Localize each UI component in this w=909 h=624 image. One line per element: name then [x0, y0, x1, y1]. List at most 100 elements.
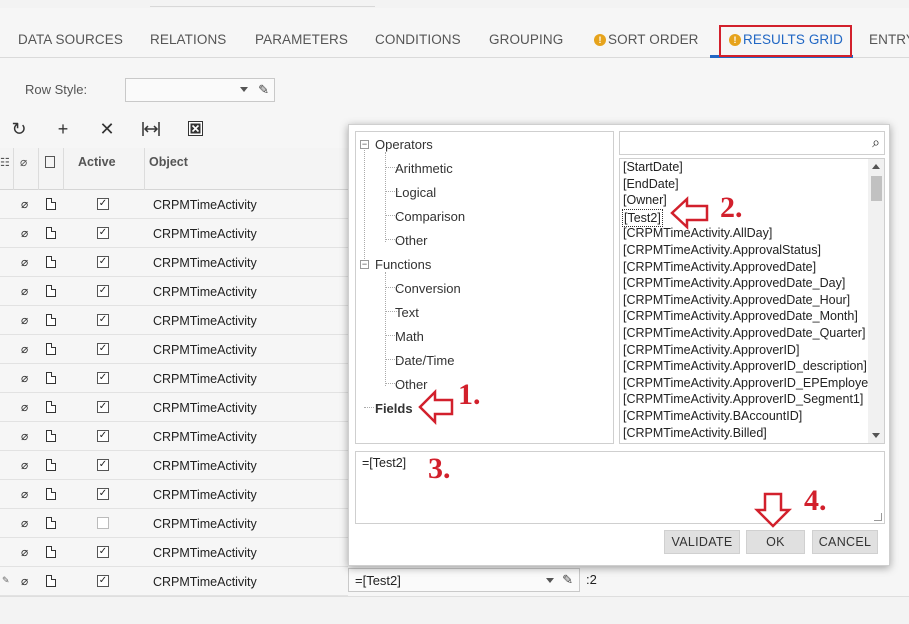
object-cell[interactable]: CRPMTimeActivity — [153, 198, 257, 212]
attachment-icon[interactable]: ⌀ — [21, 284, 28, 298]
attachment-icon[interactable]: ⌀ — [21, 400, 28, 414]
tab-sort-order[interactable]: ! SORT ORDER — [594, 32, 699, 47]
document-icon[interactable] — [46, 575, 56, 587]
validate-button[interactable]: VALIDATE — [664, 530, 740, 554]
active-checkbox[interactable] — [97, 517, 109, 529]
object-cell[interactable]: CRPMTimeActivity — [153, 227, 257, 241]
attachment-icon[interactable]: ⌀ — [21, 313, 28, 327]
field-list-item[interactable]: [EndDate] — [623, 176, 679, 192]
tree-node-logical[interactable]: Logical — [395, 185, 436, 200]
scroll-down-icon[interactable] — [872, 433, 880, 438]
object-cell[interactable]: CRPMTimeActivity — [153, 488, 257, 502]
table-row[interactable]: ⌀ CRPMTimeActivity — [0, 509, 348, 538]
tree-node-functions[interactable]: Functions — [375, 257, 431, 272]
active-checkbox[interactable]: ✓ — [97, 227, 109, 239]
table-row[interactable]: ⌀ ✓ CRPMTimeActivity — [0, 393, 348, 422]
tree-node-datetime[interactable]: Date/Time — [395, 353, 454, 368]
active-checkbox[interactable]: ✓ — [97, 256, 109, 268]
refresh-icon[interactable]: ↻ — [9, 118, 29, 140]
tree-node-comparison[interactable]: Comparison — [395, 209, 465, 224]
field-list-item[interactable]: [Owner] — [623, 192, 667, 208]
document-icon[interactable] — [46, 401, 56, 413]
active-checkbox[interactable]: ✓ — [97, 343, 109, 355]
document-icon[interactable] — [46, 256, 56, 268]
fit-columns-icon[interactable] — [141, 118, 161, 140]
ok-button[interactable]: OK — [746, 530, 805, 554]
table-row[interactable]: ⌀ ✓ CRPMTimeActivity — [0, 422, 348, 451]
tab-grouping[interactable]: GROUPING — [489, 32, 563, 47]
field-list-item[interactable]: [CRPMTimeActivity.ApprovedDate] — [623, 259, 816, 275]
field-list-item[interactable]: [CRPMTimeActivity.ApproverID_EPEmployee] — [623, 375, 879, 391]
scrollbar[interactable] — [868, 159, 884, 443]
collapse-icon[interactable]: − — [360, 140, 369, 149]
attachment-icon[interactable]: ⌀ — [21, 197, 28, 211]
field-list-item[interactable]: [CRPMTimeActivity.ApprovedDate_Hour] — [623, 292, 850, 308]
column-header-object[interactable]: Object — [149, 155, 188, 169]
active-checkbox[interactable]: ✓ — [97, 546, 109, 558]
active-checkbox[interactable]: ✓ — [97, 430, 109, 442]
table-row[interactable]: ⌀ ✓ CRPMTimeActivity — [0, 480, 348, 509]
pencil-icon[interactable]: ✎ — [258, 82, 269, 98]
field-search-input[interactable]: ⌕ — [619, 131, 885, 155]
tab-parameters[interactable]: PARAMETERS — [255, 32, 348, 47]
attachment-icon[interactable]: ⌀ — [21, 255, 28, 269]
active-checkbox[interactable]: ✓ — [97, 575, 109, 587]
formula-edit-field[interactable]: =[Test2] ✎ — [348, 568, 580, 592]
scroll-up-icon[interactable] — [872, 164, 880, 169]
object-cell[interactable]: CRPMTimeActivity — [153, 546, 257, 560]
document-icon[interactable] — [46, 488, 56, 500]
attachment-icon[interactable]: ⌀ — [21, 516, 28, 530]
table-row[interactable]: ⌀ ✓ CRPMTimeActivity — [0, 277, 348, 306]
field-list-item[interactable]: [CRPMTimeActivity.ApprovedDate_Day] — [623, 275, 845, 291]
collapse-icon[interactable]: − — [360, 260, 369, 269]
field-list-item[interactable]: [CRPMTimeActivity.ApproverID] — [623, 342, 799, 358]
resize-handle-icon[interactable] — [874, 513, 882, 521]
document-icon[interactable] — [46, 227, 56, 239]
active-checkbox[interactable]: ✓ — [97, 314, 109, 326]
object-cell[interactable]: CRPMTimeActivity — [153, 459, 257, 473]
search-icon[interactable]: ⌕ — [872, 134, 880, 151]
attachment-icon[interactable]: ⌀ — [21, 342, 28, 356]
scroll-thumb[interactable] — [871, 176, 882, 201]
document-icon[interactable] — [46, 517, 56, 529]
tree-node-operators[interactable]: Operators — [375, 137, 433, 152]
attachment-icon[interactable]: ⌀ — [21, 226, 28, 240]
field-list-item[interactable]: [CRPMTimeActivity.Billed] — [623, 425, 767, 441]
object-cell[interactable]: CRPMTimeActivity — [153, 372, 257, 386]
document-icon[interactable] — [46, 198, 56, 210]
document-icon[interactable] — [46, 372, 56, 384]
excel-export-icon[interactable] — [185, 118, 205, 140]
chevron-down-icon[interactable] — [240, 87, 248, 92]
attachment-icon[interactable]: ⌀ — [21, 545, 28, 559]
attachment-icon[interactable]: ⌀ — [21, 429, 28, 443]
active-checkbox[interactable]: ✓ — [97, 372, 109, 384]
attachment-icon[interactable]: ⌀ — [21, 371, 28, 385]
object-cell[interactable]: CRPMTimeActivity — [153, 256, 257, 270]
chevron-down-icon[interactable] — [546, 578, 554, 583]
field-list[interactable]: [StartDate] [EndDate] [Owner] [Test2] [CRPMT… — [619, 158, 885, 444]
field-list-item[interactable]: [CRPMTimeActivity.ApprovalStatus] — [623, 242, 821, 258]
table-row[interactable]: ⌀ ✓ CRPMTimeActivity — [0, 190, 348, 219]
table-row[interactable]: ⌀ ✓ CRPMTimeActivity — [0, 248, 348, 277]
document-icon[interactable] — [46, 314, 56, 326]
table-row[interactable]: ⌀ ✓ CRPMTimeActivity — [0, 451, 348, 480]
tree-node-operators-other[interactable]: Other — [395, 233, 428, 248]
field-list-item[interactable]: [CRPMTimeActivity.ApprovedDate_Month] — [623, 308, 858, 324]
table-row[interactable]: ⌀ ✓ CRPMTimeActivity — [0, 538, 348, 567]
plus-icon[interactable]: + — [53, 118, 73, 140]
object-cell[interactable]: CRPMTimeActivity — [153, 285, 257, 299]
document-icon[interactable] — [46, 459, 56, 471]
active-checkbox[interactable]: ✓ — [97, 401, 109, 413]
field-list-item[interactable]: [CRPMTimeActivity.BudgetCode] — [623, 441, 806, 443]
columns-icon[interactable]: ☷ — [0, 156, 10, 169]
field-list-item[interactable]: [Test2] — [622, 208, 663, 227]
table-row[interactable]: ⌀ ✓ CRPMTimeActivity — [0, 364, 348, 393]
active-checkbox[interactable]: ✓ — [97, 198, 109, 210]
document-icon[interactable] — [46, 343, 56, 355]
table-row[interactable]: ⌀ ✓ CRPMTimeActivity — [0, 306, 348, 335]
attachment-icon[interactable]: ⌀ — [21, 487, 28, 501]
field-list-item[interactable]: [CRPMTimeActivity.BAccountID] — [623, 408, 802, 424]
tab-relations[interactable]: RELATIONS — [150, 32, 226, 47]
cancel-button[interactable]: CANCEL — [812, 530, 878, 554]
column-header-active[interactable]: Active — [78, 155, 116, 169]
